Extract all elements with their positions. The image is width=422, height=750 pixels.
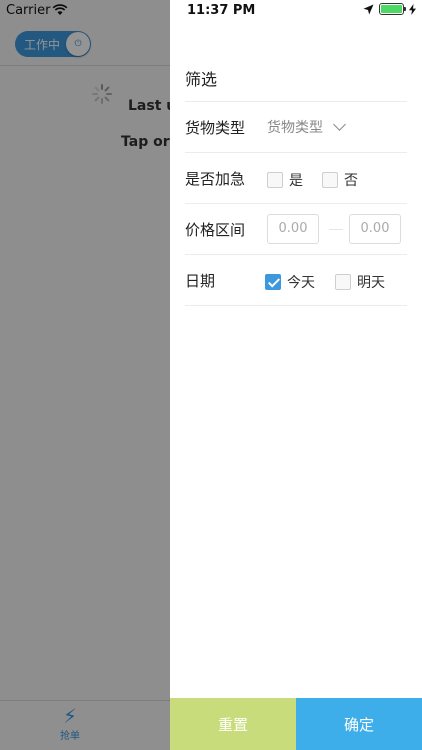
urgent-no-checkbox[interactable]: 否: [322, 170, 358, 190]
cargo-type-row: 货物类型 货物类型: [185, 101, 407, 152]
divider: [185, 305, 407, 306]
reset-button[interactable]: 重置: [170, 698, 296, 750]
price-range-label: 价格区间: [185, 221, 246, 239]
charging-bolt-icon: [409, 3, 416, 15]
location-arrow-icon: [363, 4, 374, 14]
date-today-checkbox[interactable]: 今天: [265, 272, 315, 292]
price-max-input[interactable]: 0.00: [349, 214, 401, 244]
checkbox-box: [322, 172, 338, 188]
status-time: 11:37 PM: [187, 3, 256, 18]
date-row: 日期 今天 明天: [185, 254, 407, 305]
cargo-type-label: 货物类型: [185, 119, 246, 137]
checkbox-checked-icon: [265, 274, 281, 290]
chevron-down-icon: [333, 118, 346, 131]
date-tomorrow-checkbox[interactable]: 明天: [335, 272, 385, 292]
battery-icon: [379, 3, 406, 15]
date-label: 日期: [185, 272, 216, 290]
filter-title: 筛选: [185, 70, 218, 89]
urgent-yes-checkbox[interactable]: 是: [267, 170, 303, 190]
date-tomorrow-label: 明天: [357, 275, 385, 291]
urgent-label: 是否加急: [185, 170, 246, 188]
status-indicators: [363, 3, 416, 15]
price-range-separator: [329, 229, 343, 230]
confirm-button[interactable]: 确定: [296, 698, 422, 750]
date-today-label: 今天: [287, 275, 315, 291]
checkbox-box: [267, 172, 283, 188]
dim-overlay[interactable]: [0, 0, 170, 750]
price-range-row: 价格区间 0.00 0.00: [185, 203, 407, 254]
cargo-type-value: 货物类型: [267, 120, 323, 136]
price-min-input[interactable]: 0.00: [267, 214, 319, 244]
urgent-yes-label: 是: [289, 173, 303, 189]
urgent-row: 是否加急 是 否: [185, 152, 407, 203]
filter-drawer: 11:37 PM 筛选 货物类型 货物类型 是否加急 是 否 价格区间 0.00: [170, 0, 422, 750]
cargo-type-select[interactable]: 货物类型: [267, 117, 346, 137]
checkbox-box: [335, 274, 351, 290]
urgent-no-label: 否: [344, 173, 358, 189]
